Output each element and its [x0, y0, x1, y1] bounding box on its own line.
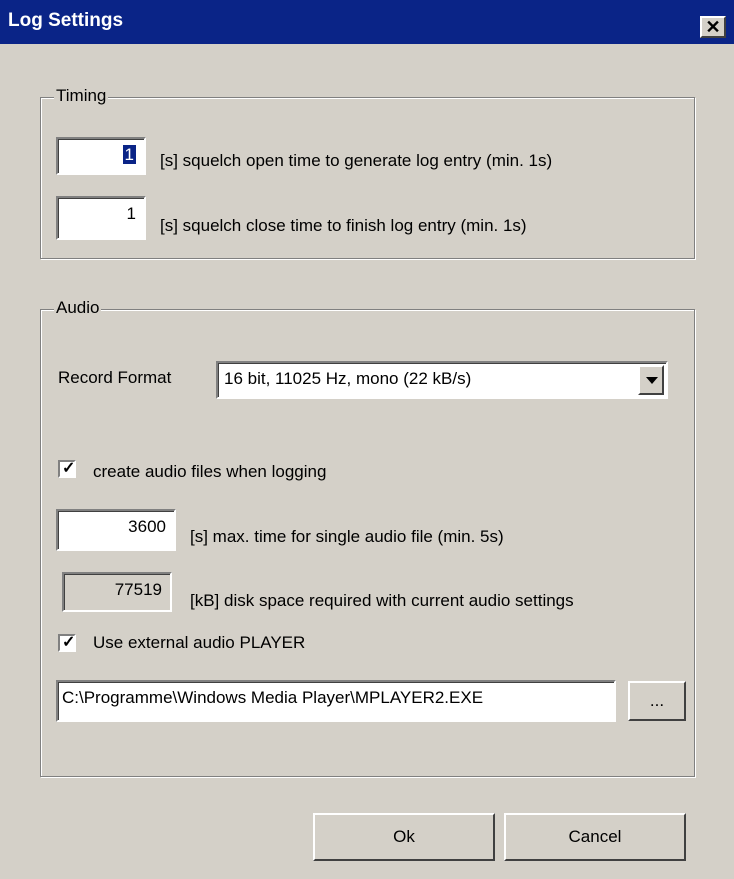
squelch-open-time-value: 1 [122, 145, 136, 164]
external-player-checkbox[interactable]: ✓ [58, 634, 76, 652]
squelch-close-time-value: 1 [126, 204, 136, 223]
record-format-dropdown-button[interactable] [638, 365, 664, 395]
player-path-input[interactable]: C:\Programme\Windows Media Player\MPLAYE… [56, 680, 616, 722]
create-audio-files-checkbox[interactable]: ✓ [58, 460, 76, 478]
log-settings-dialog: Log Settings ✕ Timing 1 [s] squelch open… [0, 0, 734, 879]
record-format-select[interactable]: 16 bit, 11025 Hz, mono (22 kB/s) [216, 361, 668, 399]
disk-space-field: 77519 [62, 572, 172, 612]
disk-space-label: [kB] disk space required with current au… [190, 591, 574, 610]
audio-legend: Audio [54, 298, 102, 318]
browse-button[interactable]: ... [628, 681, 686, 721]
max-audio-time-label: [s] max. time for single audio file (min… [190, 527, 504, 546]
record-format-value: 16 bit, 11025 Hz, mono (22 kB/s) [224, 369, 472, 388]
disk-space-value: 77519 [114, 580, 162, 599]
timing-legend: Timing [54, 86, 109, 106]
record-format-label: Record Format [58, 368, 172, 387]
squelch-close-time-input[interactable]: 1 [56, 196, 146, 240]
create-audio-files-label[interactable]: create audio files when logging [93, 462, 326, 482]
max-audio-time-input[interactable]: 3600 [56, 509, 176, 551]
player-path-value: C:\Programme\Windows Media Player\MPLAYE… [62, 688, 484, 707]
cancel-button[interactable]: Cancel [504, 813, 686, 861]
close-button[interactable]: ✕ [700, 16, 726, 38]
chevron-down-icon [646, 377, 658, 384]
window-title: Log Settings [8, 10, 124, 31]
squelch-close-time-label: [s] squelch close time to finish log ent… [160, 216, 527, 235]
squelch-open-time-label: [s] squelch open time to generate log en… [160, 151, 553, 170]
checkmark-icon: ✓ [62, 634, 76, 651]
external-player-label[interactable]: Use external audio PLAYER [93, 633, 305, 653]
checkmark-icon: ✓ [62, 460, 76, 477]
title-bar[interactable]: Log Settings ✕ [0, 0, 734, 44]
max-audio-time-value: 3600 [128, 517, 166, 536]
squelch-open-time-input[interactable]: 1 [56, 137, 146, 175]
ok-button[interactable]: Ok [313, 813, 495, 861]
